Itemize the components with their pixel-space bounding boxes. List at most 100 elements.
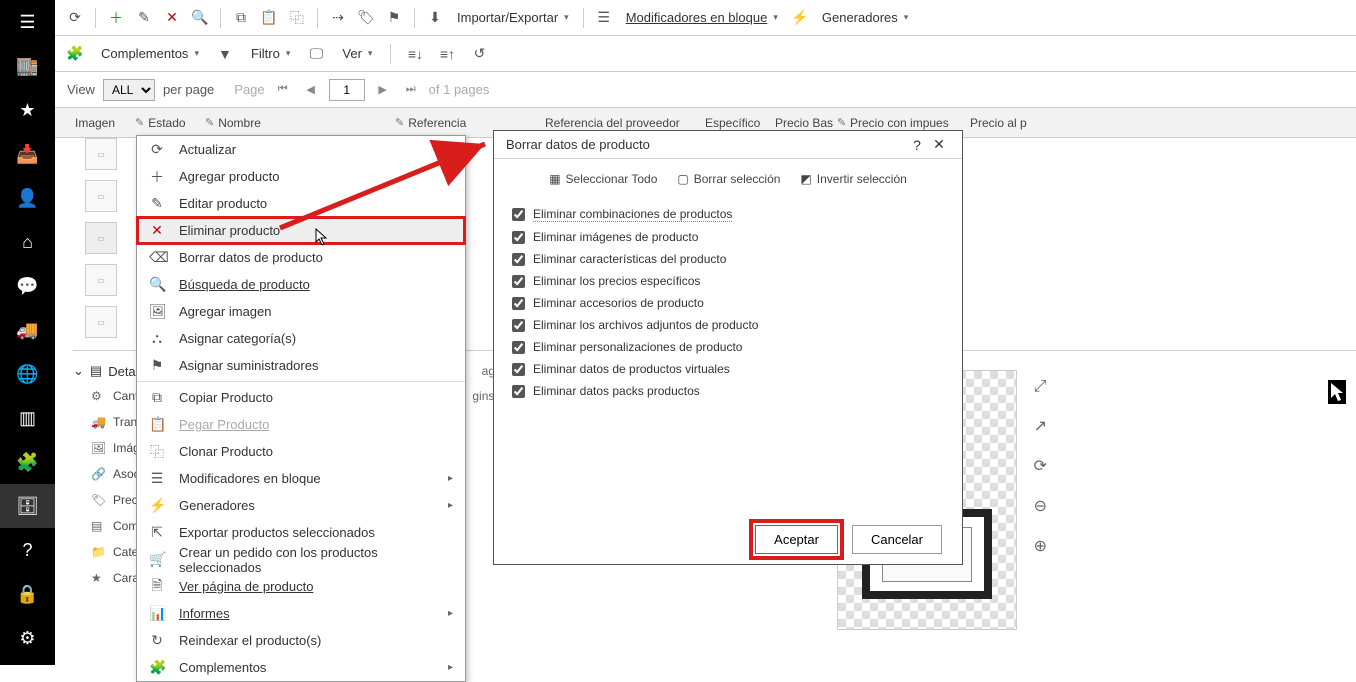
checkbox[interactable] [512,297,525,310]
col-price-tax[interactable]: Precio con impues [850,116,970,130]
cm-delete-product[interactable]: ✕Eliminar producto [137,217,465,244]
cm-add-product[interactable]: ＋Agregar producto [137,163,465,190]
perpage-select[interactable]: ALL [103,79,155,101]
product-thumb[interactable]: ▭ [85,264,117,296]
product-thumb[interactable]: ▭ [85,138,117,170]
download-icon[interactable]: ⬇ [423,6,447,30]
opt-features[interactable]: Eliminar características del producto [512,248,944,270]
product-thumb[interactable]: ▭ [85,222,117,254]
sidebar-chat-icon[interactable]: 💬 [0,264,55,308]
cm-assign-suppliers[interactable]: ⚑Asignar suministradores [137,352,465,379]
product-thumb[interactable]: ▭ [85,306,117,338]
accept-button[interactable]: Aceptar [755,525,838,554]
cm-bulk-mods[interactable]: ☰Modificadores en bloque [137,465,465,492]
product-thumb[interactable]: ▭ [85,180,117,212]
clear-selection-button[interactable]: ▢Borrar selección [677,172,780,186]
checkbox[interactable] [512,363,525,376]
opt-accessories[interactable]: Eliminar accesorios de producto [512,292,944,314]
checkbox[interactable] [512,319,525,332]
sidebar-store-icon[interactable]: 🏬 [0,44,55,88]
sidebar-lock-icon[interactable]: 🔒 [0,572,55,616]
cm-copy-product[interactable]: ⧉Copiar Producto [137,384,465,411]
sidebar-user-icon[interactable]: 👤 [0,176,55,220]
paste-icon[interactable]: 📋 [257,6,281,30]
filter-dropdown[interactable]: Filtro [245,44,296,63]
opt-packs[interactable]: Eliminar datos packs productos [512,380,944,402]
reset-icon[interactable]: ↺ [467,42,491,66]
col-base-price[interactable]: Precio Bas✎ [775,116,850,130]
col-name[interactable]: ✎Nombre [205,116,395,130]
addons-dropdown[interactable]: Complementos [95,44,205,63]
checkbox[interactable] [512,385,525,398]
cm-clone-product[interactable]: ⿻Clonar Producto [137,438,465,465]
close-icon[interactable]: ✕ [928,136,950,153]
cm-edit-product[interactable]: ✎Editar producto [137,190,465,217]
bolt-icon[interactable]: ⚡ [788,6,812,30]
sidebar-puzzle-icon[interactable]: 🧩 [0,440,55,484]
sidebar-gear-icon[interactable]: ⚙ [0,616,55,660]
cm-export-selected[interactable]: ⇱Exportar productos seleccionados [137,519,465,546]
col-supplier-ref[interactable]: Referencia del proveedor [545,116,705,130]
search-icon[interactable]: 🔍 [188,6,212,30]
checkbox[interactable] [512,208,525,221]
invert-selection-button[interactable]: ◩Invertir selección [800,172,906,186]
prev-page-icon[interactable]: ◀ [301,80,321,100]
cancel-button[interactable]: Cancelar [852,525,942,554]
cm-create-order[interactable]: 🛒Crear un pedido con los productos selec… [137,546,465,573]
cm-assign-category[interactable]: ⛬Asignar categoría(s) [137,325,465,352]
sidebar-globe-icon[interactable]: 🌐 [0,352,55,396]
edit-icon[interactable]: ✎ [132,6,156,30]
cm-reindex[interactable]: ↻Reindexar el producto(s) [137,627,465,654]
cm-addons[interactable]: 🧩Complementos [137,654,465,681]
filter-icon[interactable]: ▼ [213,42,237,66]
zoom-in-icon[interactable]: ⊕ [1034,536,1047,556]
last-page-icon[interactable]: ⏭ [401,80,421,100]
cm-erase-data[interactable]: ⌫Borrar datos de producto [137,244,465,271]
view-icon[interactable]: 🖵 [304,42,328,66]
sort-desc-icon[interactable]: ≡↑ [435,42,459,66]
col-image[interactable]: Imagen [75,116,135,130]
checkbox[interactable] [512,231,525,244]
sidebar-help-icon[interactable]: ? [0,528,55,572]
cm-view-product-page[interactable]: 🗎Ver página de producto [137,573,465,600]
puzzle-icon[interactable]: 🧩 [63,42,87,66]
move-icon[interactable]: ⇢ [326,6,350,30]
col-reference[interactable]: ✎Referencia [395,116,545,130]
checkbox[interactable] [512,253,525,266]
col-specific[interactable]: Específico [705,116,775,130]
delete-icon[interactable]: ✕ [160,6,184,30]
opt-combinations[interactable]: Eliminar combinaciones de productos [512,203,944,226]
refresh-icon[interactable]: ⟳ [63,6,87,30]
generators-dropdown[interactable]: Generadores [816,8,914,27]
checkbox[interactable] [512,341,525,354]
import-export-dropdown[interactable]: Importar/Exportar [451,8,575,27]
cm-refresh[interactable]: ⟳Actualizar [137,136,465,163]
sidebar-home-icon[interactable]: ⌂ [0,220,55,264]
help-button[interactable]: ? [906,137,928,153]
supplier-icon[interactable]: ⚑ [382,6,406,30]
category-icon[interactable]: 🏷 [354,6,378,30]
first-page-icon[interactable]: ⏮ [273,80,293,100]
sidebar-inbox-icon[interactable]: 📥 [0,132,55,176]
checkbox[interactable] [512,275,525,288]
opt-attachments[interactable]: Eliminar los archivos adjuntos de produc… [512,314,944,336]
next-page-icon[interactable]: ▶ [373,80,393,100]
opt-specific-prices[interactable]: Eliminar los precios específicos [512,270,944,292]
clone-icon[interactable]: ⿻ [285,6,309,30]
opt-customizations[interactable]: Eliminar personalizaciones de producto [512,336,944,358]
view-dropdown[interactable]: Ver [336,44,378,63]
bulk-mods-dropdown[interactable]: Modificadores en bloque [620,8,784,27]
add-icon[interactable]: ＋ [104,6,128,30]
sidebar-menu-icon[interactable]: ☰ [0,0,55,44]
opt-virtual[interactable]: Eliminar datos de productos virtuales [512,358,944,380]
open-icon[interactable]: ↗ [1034,416,1047,436]
col-price-at[interactable]: Precio al p [970,116,1040,130]
sidebar-star-icon[interactable]: ★ [0,88,55,132]
cm-reports[interactable]: 📊Informes [137,600,465,627]
zoom-out-icon[interactable]: ⊖ [1034,496,1047,516]
list-icon[interactable]: ☰ [592,6,616,30]
refresh-icon[interactable]: ⟳ [1034,456,1047,476]
sidebar-chart-icon[interactable]: ▥ [0,396,55,440]
sidebar-truck-icon[interactable]: 🚚 [0,308,55,352]
copy-icon[interactable]: ⧉ [229,6,253,30]
